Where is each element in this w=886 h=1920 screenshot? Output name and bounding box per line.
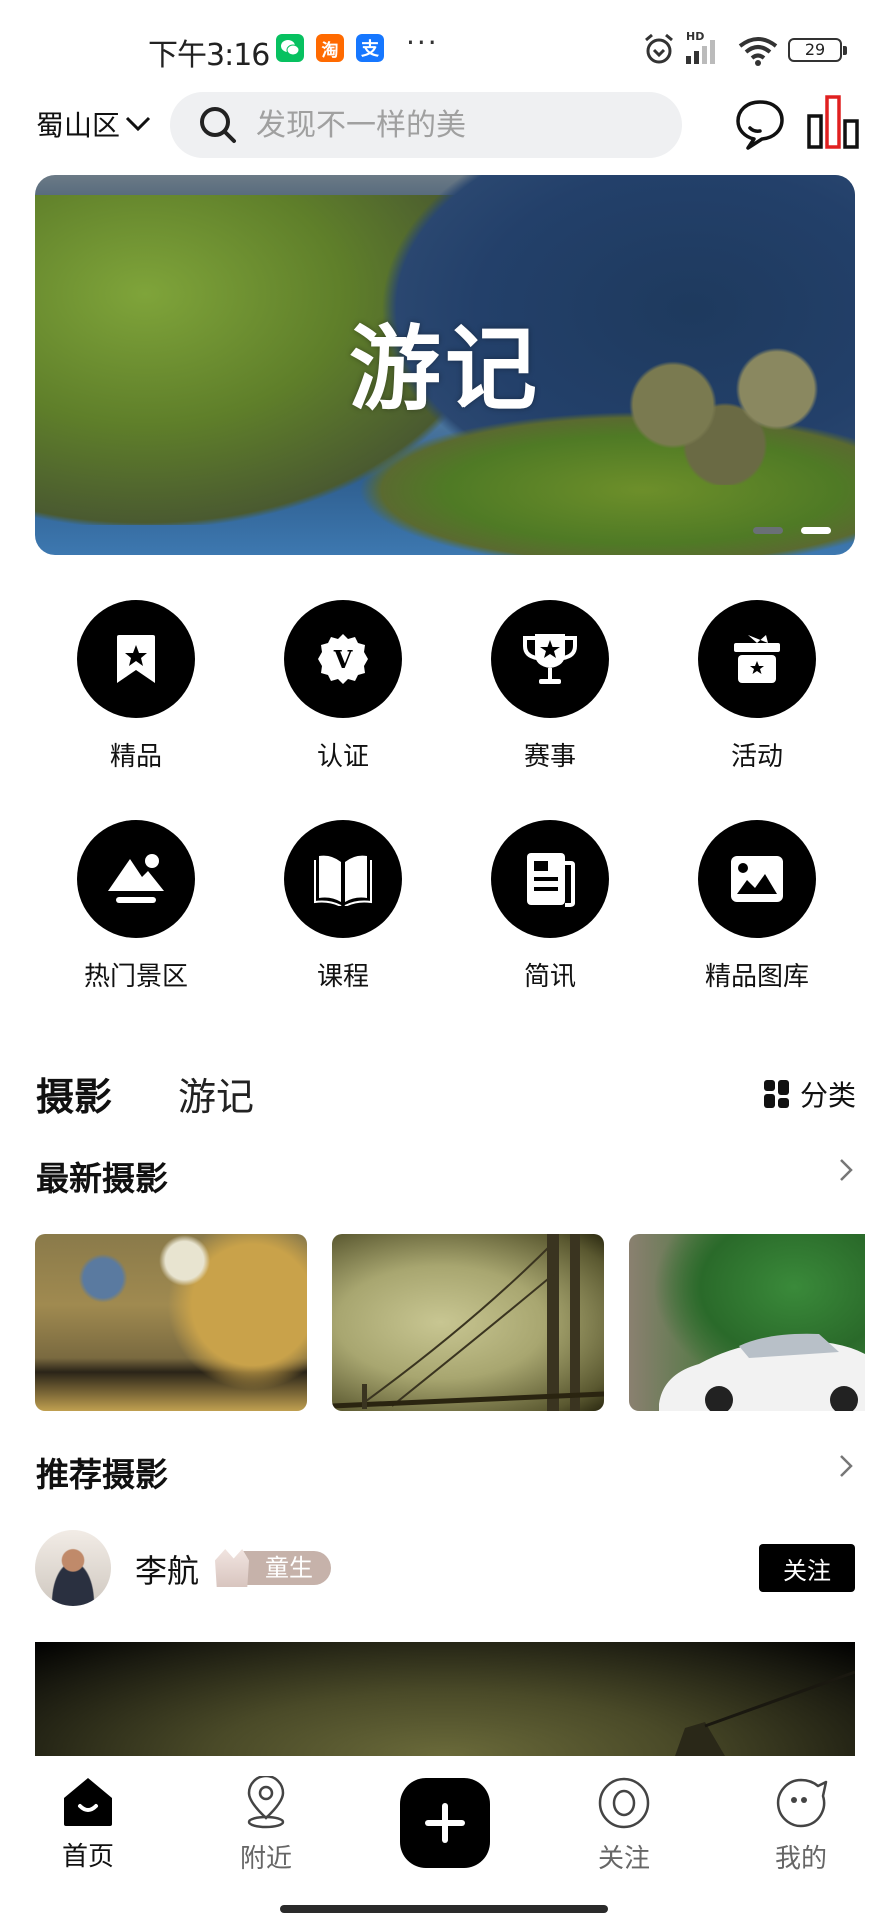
search-icon <box>200 107 236 143</box>
nav-home[interactable]: 首页 <box>33 1776 143 1873</box>
latest-photography-header[interactable]: 最新摄影 <box>36 1152 856 1202</box>
chevron-right-icon[interactable] <box>838 1156 854 1191</box>
photo-thumbnail[interactable] <box>35 1234 307 1411</box>
latest-photo-strip[interactable] <box>35 1234 865 1412</box>
recommended-photography-header[interactable]: 推荐摄影 <box>36 1448 856 1498</box>
status-time: 下午3:16 <box>148 38 270 73</box>
banner-title: 游记 <box>348 316 541 423</box>
section-title: 推荐摄影 <box>36 1455 168 1494</box>
svg-text:V: V <box>333 645 353 674</box>
carousel-dot-1[interactable] <box>753 527 783 534</box>
category-renzheng[interactable]: V 认证 <box>240 600 446 773</box>
category-label: 认证 <box>316 742 369 772</box>
status-bar: 下午3:16 淘 支 ··· HD 29 <box>0 0 886 90</box>
category-label: 赛事 <box>523 742 576 772</box>
create-post-button[interactable] <box>400 1778 490 1868</box>
battery-indicator: 29 <box>788 38 847 62</box>
location-pin-icon <box>247 1774 285 1829</box>
wechat-icon <box>276 34 304 62</box>
badge-label: 童生 <box>243 1551 331 1585</box>
wifi-icon <box>738 37 778 66</box>
avatar[interactable] <box>35 1530 111 1606</box>
nav-profile[interactable]: 我的 <box>746 1776 856 1875</box>
home-icon <box>64 1778 112 1826</box>
bottom-navigation: 首页 附近 关注 我的 <box>0 1756 886 1920</box>
mountain-icon <box>108 854 164 903</box>
signal-icon <box>686 40 715 64</box>
category-jingpin[interactable]: 精品 <box>33 600 239 773</box>
content-tabs: 摄影 游记 分类 <box>36 1066 856 1126</box>
ranking-icon[interactable] <box>806 94 860 150</box>
image-gallery-icon <box>731 856 783 902</box>
category-jianxun[interactable]: 简讯 <box>447 820 653 993</box>
nav-label: 首页 <box>61 1842 114 1872</box>
category-label: 课程 <box>316 962 369 992</box>
category-button[interactable]: 分类 <box>763 1074 856 1114</box>
home-indicator[interactable] <box>280 1905 608 1913</box>
trophy-icon <box>523 634 577 684</box>
chevron-right-icon[interactable] <box>838 1452 854 1487</box>
tab-travelogue[interactable]: 游记 <box>178 1066 254 1121</box>
category-remen-jingqu[interactable]: 热门景区 <box>33 820 239 993</box>
search-input[interactable] <box>256 107 656 143</box>
taobao-icon: 淘 <box>316 34 344 62</box>
nav-following[interactable]: 关注 <box>569 1776 679 1875</box>
message-icon[interactable] <box>734 98 786 152</box>
follow-button[interactable]: 关注 <box>759 1544 855 1592</box>
target-ring-icon <box>598 1777 650 1829</box>
category-label: 热门景区 <box>83 962 188 992</box>
category-label: 精品 <box>109 742 162 772</box>
grid-icon <box>763 1080 789 1108</box>
nav-nearby[interactable]: 附近 <box>211 1774 321 1875</box>
crown-icon <box>215 1549 249 1587</box>
verified-v-icon: V <box>318 634 368 684</box>
recommended-user-row: 李航 童生 关注 <box>35 1530 855 1606</box>
user-name[interactable]: 李航 <box>135 1546 199 1592</box>
category-jingpin-tuku[interactable]: 精品图库 <box>654 820 860 993</box>
category-label: 简讯 <box>523 962 576 992</box>
category-button-label: 分类 <box>799 1079 856 1112</box>
newspaper-icon <box>527 853 575 907</box>
plus-icon <box>425 1803 465 1843</box>
chevron-down-icon <box>125 116 151 132</box>
search-bar[interactable] <box>170 92 682 158</box>
category-label: 精品图库 <box>704 962 809 992</box>
nav-label: 我的 <box>774 1844 827 1874</box>
location-selector[interactable]: 蜀山区 <box>36 104 152 144</box>
category-huodong[interactable]: 活动 <box>654 600 860 773</box>
gift-icon <box>734 635 780 683</box>
nav-label: 附近 <box>239 1844 292 1874</box>
nav-label: 关注 <box>597 1844 650 1874</box>
category-kecheng[interactable]: 课程 <box>240 820 446 993</box>
recommended-photo[interactable] <box>35 1642 856 1756</box>
section-title: 最新摄影 <box>36 1159 168 1198</box>
category-saishi[interactable]: 赛事 <box>447 600 653 773</box>
photo-thumbnail[interactable] <box>332 1234 604 1411</box>
top-bar: 蜀山区 <box>0 90 886 160</box>
tab-photography[interactable]: 摄影 <box>36 1066 112 1121</box>
location-label: 蜀山区 <box>36 109 121 142</box>
user-level-badge: 童生 <box>215 1549 331 1587</box>
book-icon <box>314 855 372 906</box>
carousel-dot-2-active[interactable] <box>801 527 831 534</box>
more-notifications-icon: ··· <box>406 26 439 59</box>
alarm-icon <box>645 33 673 64</box>
banner-carousel[interactable]: 游记 <box>35 175 855 555</box>
category-label: 活动 <box>730 742 783 772</box>
photo-thumbnail[interactable] <box>629 1234 865 1411</box>
profile-face-icon <box>776 1778 828 1828</box>
bookmark-star-icon <box>117 635 155 683</box>
alipay-icon: 支 <box>356 34 384 62</box>
